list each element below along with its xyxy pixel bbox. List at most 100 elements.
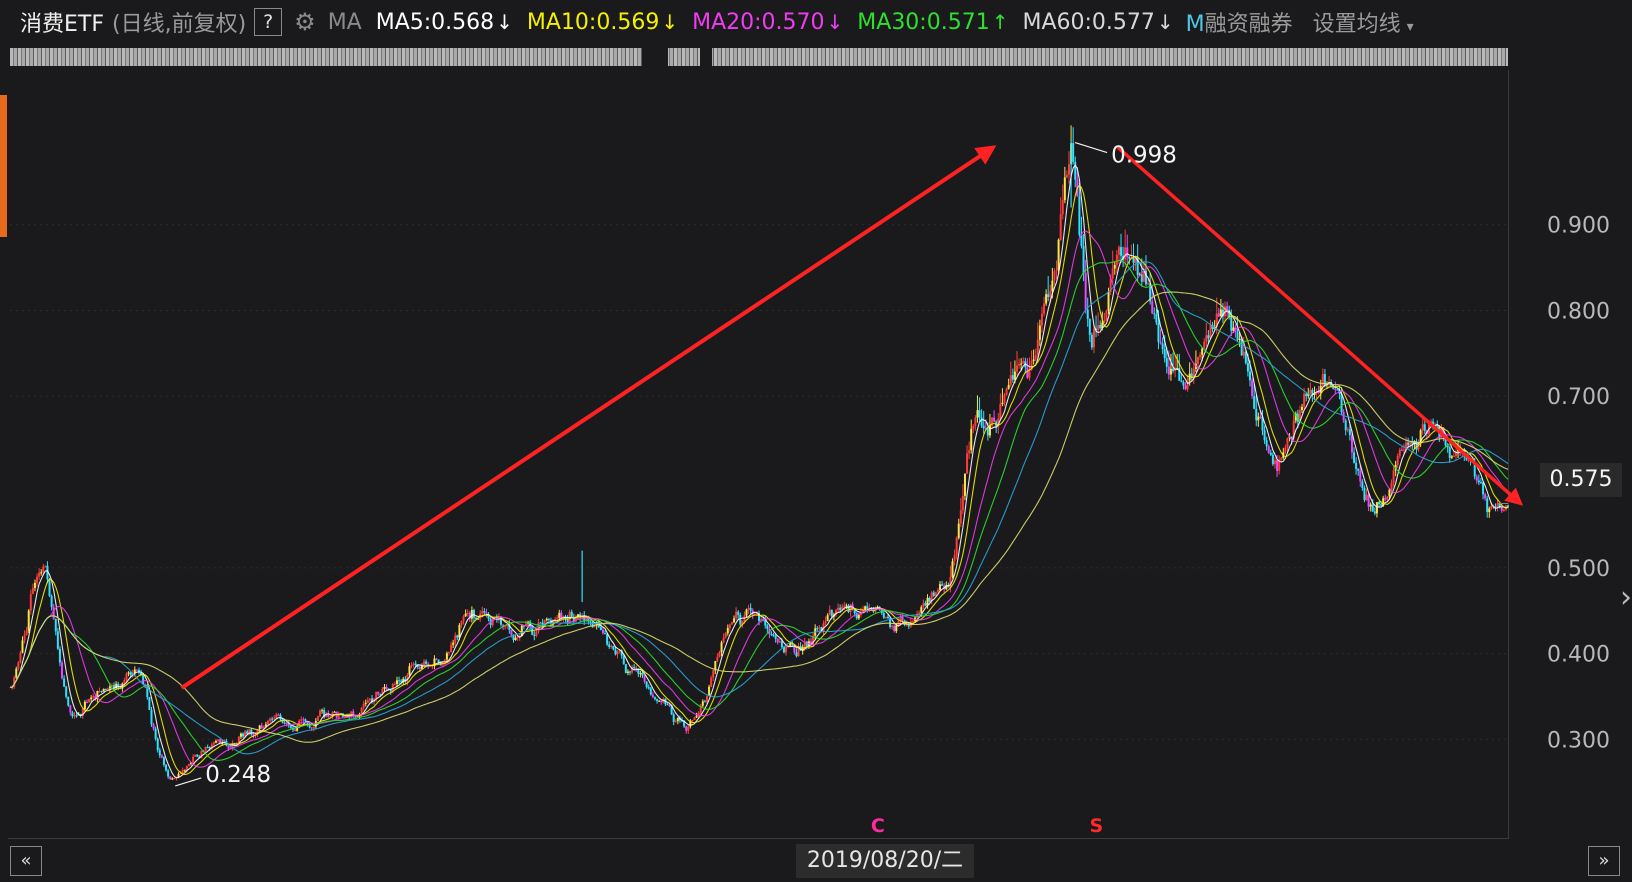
candle-body bbox=[185, 765, 188, 770]
candle-body bbox=[1124, 247, 1127, 260]
candle-body bbox=[300, 719, 303, 721]
candle-body bbox=[666, 704, 669, 706]
candle-body bbox=[1269, 452, 1272, 455]
signal-marker[interactable]: C bbox=[871, 815, 885, 837]
candle-body bbox=[884, 616, 887, 618]
candle-body bbox=[1305, 393, 1308, 396]
candle-body bbox=[483, 610, 486, 613]
candle-body bbox=[599, 627, 602, 630]
candle-body bbox=[1063, 177, 1066, 201]
scroll-left-button[interactable]: « bbox=[10, 846, 42, 876]
candle-body bbox=[622, 655, 625, 665]
candle-body bbox=[1259, 416, 1262, 418]
candle-body bbox=[1334, 388, 1337, 390]
y-tick-label: 0.400 bbox=[1547, 643, 1610, 668]
candle-body bbox=[1047, 294, 1050, 298]
candle-body bbox=[445, 653, 448, 660]
candle-body bbox=[206, 746, 209, 748]
candle-body bbox=[1201, 348, 1204, 355]
panel-grip-icon[interactable]: › bbox=[1620, 580, 1632, 636]
candle-body bbox=[576, 614, 579, 616]
candle-body bbox=[214, 741, 217, 743]
candle-body bbox=[766, 625, 769, 629]
ma20-line bbox=[9, 230, 1509, 768]
candle-body bbox=[1155, 314, 1158, 323]
candlesticks[interactable] bbox=[11, 125, 1509, 781]
candle-body bbox=[614, 649, 617, 655]
candle-body bbox=[212, 742, 215, 745]
scroll-right-button[interactable]: » bbox=[1588, 846, 1620, 876]
candle-body bbox=[839, 607, 842, 610]
candle-body bbox=[633, 666, 636, 669]
candle-body bbox=[395, 680, 398, 685]
candle-body bbox=[1180, 380, 1183, 382]
candle-body bbox=[1267, 446, 1270, 453]
candle-body bbox=[106, 688, 109, 690]
candle-body bbox=[720, 642, 723, 653]
candle-body bbox=[73, 715, 76, 717]
candle-body bbox=[693, 717, 696, 721]
candle-body bbox=[901, 616, 904, 621]
signal-marker[interactable]: S bbox=[1089, 815, 1103, 837]
candle-body bbox=[271, 718, 274, 720]
candle-body bbox=[1005, 388, 1008, 395]
candle-body bbox=[1205, 335, 1208, 342]
candle-body bbox=[1353, 452, 1356, 463]
candle-body bbox=[1357, 468, 1360, 471]
candle-body bbox=[364, 702, 367, 704]
candle-body bbox=[187, 763, 190, 766]
price-chart[interactable]: 0.900 0.800 0.700 0.500 0.400 0.300 0.998 0.248… bbox=[0, 0, 1632, 882]
candle-body bbox=[75, 715, 78, 717]
candle-body bbox=[843, 605, 846, 607]
candle-body bbox=[204, 746, 207, 752]
candle-body bbox=[718, 652, 721, 658]
candle-body bbox=[92, 696, 95, 698]
candle-body bbox=[735, 611, 738, 619]
candle-body bbox=[1238, 338, 1241, 340]
candle-body bbox=[169, 776, 172, 780]
candle-body bbox=[1448, 447, 1451, 458]
candle-body bbox=[15, 668, 18, 678]
y-tick-label: 0.800 bbox=[1547, 299, 1610, 324]
candle-body bbox=[1217, 313, 1220, 317]
candle-body bbox=[545, 618, 548, 621]
candle-body bbox=[181, 770, 184, 773]
candle-body bbox=[886, 616, 889, 619]
candle-body bbox=[316, 716, 319, 721]
candle-body bbox=[377, 691, 380, 695]
candle-body bbox=[1482, 482, 1485, 495]
candle-body bbox=[703, 701, 706, 703]
candle-body bbox=[425, 661, 428, 664]
candle-body bbox=[123, 679, 126, 684]
candle-body bbox=[321, 710, 324, 712]
candle-body bbox=[173, 778, 176, 780]
candle-body bbox=[535, 631, 538, 636]
candle-body bbox=[1477, 480, 1480, 483]
candle-body bbox=[1246, 362, 1249, 372]
candle-body bbox=[454, 635, 457, 643]
candle-body bbox=[514, 637, 517, 641]
candle-body bbox=[1184, 385, 1187, 390]
candle-body bbox=[643, 675, 646, 682]
candle-body bbox=[1255, 408, 1258, 421]
candle-body bbox=[410, 664, 413, 667]
candle-body bbox=[362, 703, 365, 708]
candle-body bbox=[452, 642, 455, 645]
candle-body bbox=[460, 621, 463, 626]
candle-body bbox=[1363, 487, 1366, 501]
low-pointer bbox=[175, 777, 202, 787]
candle-body bbox=[1059, 214, 1062, 240]
candle-body bbox=[1020, 363, 1023, 365]
candle-body bbox=[1251, 380, 1254, 397]
candle-body bbox=[65, 686, 68, 697]
candle-body bbox=[610, 646, 613, 648]
candle-body bbox=[941, 584, 944, 586]
candle-body bbox=[1132, 257, 1135, 263]
candle-body bbox=[1128, 256, 1131, 259]
candle-body bbox=[978, 410, 981, 418]
candle-body bbox=[1049, 291, 1052, 298]
candle-body bbox=[641, 672, 644, 676]
candle-body bbox=[1084, 273, 1087, 310]
candle-body bbox=[701, 701, 704, 706]
candle-body bbox=[1421, 424, 1424, 431]
